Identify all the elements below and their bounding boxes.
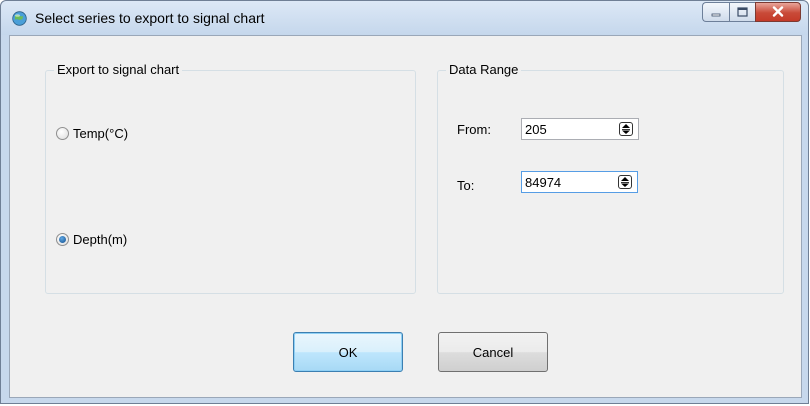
window-title: Select series to export to signal chart	[35, 10, 265, 26]
dialog-window: Select series to export to signal chart …	[0, 0, 809, 404]
radio-temp-label: Temp(°C)	[73, 126, 129, 141]
radio-selected-dot	[59, 236, 66, 243]
export-group: Export to signal chart Temp(°C) Depth(m)	[45, 62, 416, 294]
to-spin-buttons[interactable]	[618, 175, 632, 189]
window-controls	[702, 2, 801, 24]
from-input[interactable]	[522, 119, 602, 139]
close-button[interactable]	[755, 2, 801, 22]
cancel-button[interactable]: Cancel	[438, 332, 548, 372]
radio-depth-label: Depth(m)	[73, 232, 128, 247]
to-label: To:	[457, 178, 475, 193]
data-range-group: Data Range From: To:	[437, 62, 784, 294]
to-spinner[interactable]	[521, 171, 638, 193]
spin-arrows-icon	[621, 177, 629, 187]
radio-depth[interactable]: Depth(m)	[56, 232, 127, 247]
globe-icon	[12, 11, 27, 26]
data-range-group-label: Data Range	[446, 62, 522, 77]
ok-button[interactable]: OK	[293, 332, 403, 372]
from-spin-buttons[interactable]	[619, 122, 633, 136]
radio-temp-circle[interactable]	[56, 127, 69, 140]
minimize-button[interactable]	[702, 2, 729, 22]
minimize-icon	[711, 5, 721, 20]
spin-arrows-icon	[622, 124, 630, 134]
from-label: From:	[457, 122, 491, 137]
title-bar[interactable]: Select series to export to signal chart	[1, 1, 808, 35]
export-group-label: Export to signal chart	[54, 62, 183, 77]
close-icon	[772, 5, 784, 20]
dialog-body: Export to signal chart Temp(°C) Depth(m)…	[9, 35, 802, 398]
radio-depth-circle[interactable]	[56, 233, 69, 246]
maximize-icon	[737, 5, 748, 20]
to-input[interactable]	[522, 172, 602, 192]
radio-temp[interactable]: Temp(°C)	[56, 126, 128, 141]
maximize-button[interactable]	[729, 2, 755, 22]
from-spinner[interactable]	[521, 118, 639, 140]
